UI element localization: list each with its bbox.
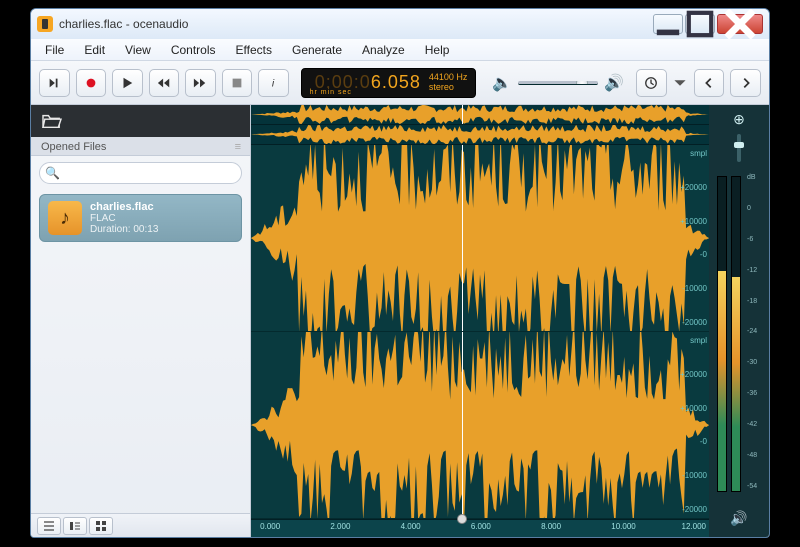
info-button[interactable]: i: [258, 69, 289, 97]
volume-thumb[interactable]: [576, 81, 588, 85]
volume-control: 🔈 🔊: [492, 73, 624, 93]
channel-left-track[interactable]: smpl +20000 +10000 -0 -10000 -20000: [251, 145, 709, 332]
speaker-icon[interactable]: 🔊: [730, 506, 747, 531]
file-format: FLAC: [90, 213, 158, 224]
timecode-unit-labels: hr min sec: [310, 89, 352, 96]
volume-low-icon: 🔈: [492, 73, 512, 93]
menu-file[interactable]: File: [37, 41, 72, 59]
fast-forward-button[interactable]: [185, 69, 216, 97]
time-tick: 2.000: [330, 522, 350, 531]
playhead-handle[interactable]: [457, 514, 467, 524]
timecode-display: 0:00:06.058 hr min sec 44100 Hz stereo: [301, 68, 477, 98]
history-button[interactable]: [636, 69, 667, 97]
timecode-meta: 44100 Hz stereo: [429, 73, 468, 93]
folder-open-icon: [41, 112, 63, 130]
meter-right: [731, 176, 741, 492]
app-icon: [37, 16, 53, 32]
level-meters: [715, 172, 743, 496]
opened-file-item[interactable]: ♪ charlies.flac FLAC Duration: 00:13: [39, 194, 242, 242]
waveform-main[interactable]: smpl +20000 +10000 -0 -10000 -20000 smpl…: [251, 105, 709, 537]
opened-files-label: Opened Files: [41, 141, 106, 153]
minimize-button[interactable]: [653, 14, 683, 34]
folder-header[interactable]: [31, 105, 250, 137]
toolbar: i 0:00:06.058 hr min sec 44100 Hz stereo…: [31, 61, 769, 105]
channels-label: stereo: [429, 83, 468, 93]
time-ruler[interactable]: 0.000 2.000 4.000 6.000 8.000 10.000 12.000: [251, 519, 709, 537]
time-tick: 8.000: [541, 522, 561, 531]
file-duration: Duration: 00:13: [90, 224, 158, 235]
menu-generate[interactable]: Generate: [284, 41, 350, 59]
waveform-area: smpl +20000 +10000 -0 -10000 -20000 smpl…: [251, 105, 769, 537]
app-window: charlies.flac - ocenaudio File Edit View…: [30, 8, 770, 538]
zoom-slider[interactable]: [737, 134, 741, 162]
menu-view[interactable]: View: [117, 41, 159, 59]
search-icon: 🔍: [45, 166, 60, 180]
time-tick: 12.000: [682, 522, 706, 531]
history-dropdown-icon[interactable]: [673, 69, 688, 97]
volume-high-icon: 🔊: [604, 73, 624, 93]
record-button[interactable]: [76, 69, 107, 97]
menu-controls[interactable]: Controls: [163, 41, 224, 59]
titlebar: charlies.flac - ocenaudio: [31, 9, 769, 39]
svg-text:i: i: [272, 77, 275, 89]
opened-files-header: Opened Files ≡: [31, 137, 250, 156]
overview-wave-left: [251, 105, 709, 124]
nav-forward-button[interactable]: [730, 69, 761, 97]
overview-wave-right: [251, 125, 709, 144]
channel-right-wave: [251, 332, 709, 518]
stop-button[interactable]: [222, 69, 253, 97]
view-detail-button[interactable]: [63, 517, 87, 535]
amp-scale-right: smpl +20000 +10000 -0 -10000 -20000: [667, 332, 707, 518]
view-list-button[interactable]: [37, 517, 61, 535]
goto-start-button[interactable]: [39, 69, 70, 97]
meter-left: [717, 176, 727, 492]
channel-left-wave: [251, 145, 709, 331]
panel-grip-icon[interactable]: ≡: [235, 141, 240, 153]
content: Opened Files ≡ 🔍 ♪ charlies.flac FLAC Du…: [31, 105, 769, 537]
time-tick: 6.000: [471, 522, 491, 531]
view-grid-button[interactable]: [89, 517, 113, 535]
menu-effects[interactable]: Effects: [228, 41, 280, 59]
amp-scale-left: smpl +20000 +10000 -0 -10000 -20000: [667, 145, 707, 331]
menu-analyze[interactable]: Analyze: [354, 41, 413, 59]
window-title: charlies.flac - ocenaudio: [59, 17, 653, 31]
music-note-icon: ♪: [48, 201, 82, 235]
maximize-button[interactable]: [685, 14, 715, 34]
close-button[interactable]: [717, 14, 763, 34]
search-input[interactable]: [39, 162, 242, 184]
time-tick: 0.000: [260, 522, 280, 531]
volume-slider[interactable]: [518, 81, 598, 85]
time-tick: 10.000: [611, 522, 635, 531]
play-button[interactable]: [112, 69, 143, 97]
window-controls: [653, 14, 763, 34]
right-panel: ⊕ dB 0 -6 -12 -18 -24 -30 -: [709, 105, 769, 537]
search-wrap: 🔍: [31, 156, 250, 190]
time-tick: 4.000: [401, 522, 421, 531]
db-scale: dB 0 -6 -12 -18 -24 -30 -36 -42 -48 -54: [747, 172, 757, 496]
file-name: charlies.flac: [90, 201, 158, 213]
menubar: File Edit View Controls Effects Generate…: [31, 39, 769, 61]
rewind-button[interactable]: [149, 69, 180, 97]
sidebar: Opened Files ≡ 🔍 ♪ charlies.flac FLAC Du…: [31, 105, 251, 537]
zoom-in-icon[interactable]: ⊕: [733, 111, 745, 128]
menu-edit[interactable]: Edit: [76, 41, 113, 59]
menu-help[interactable]: Help: [417, 41, 458, 59]
overview-track-right[interactable]: [251, 125, 709, 145]
channel-right-track[interactable]: smpl +20000 +10000 -0 -10000 -20000: [251, 332, 709, 519]
sidebar-footer: [31, 513, 250, 537]
overview-track-left[interactable]: [251, 105, 709, 125]
nav-back-button[interactable]: [694, 69, 725, 97]
